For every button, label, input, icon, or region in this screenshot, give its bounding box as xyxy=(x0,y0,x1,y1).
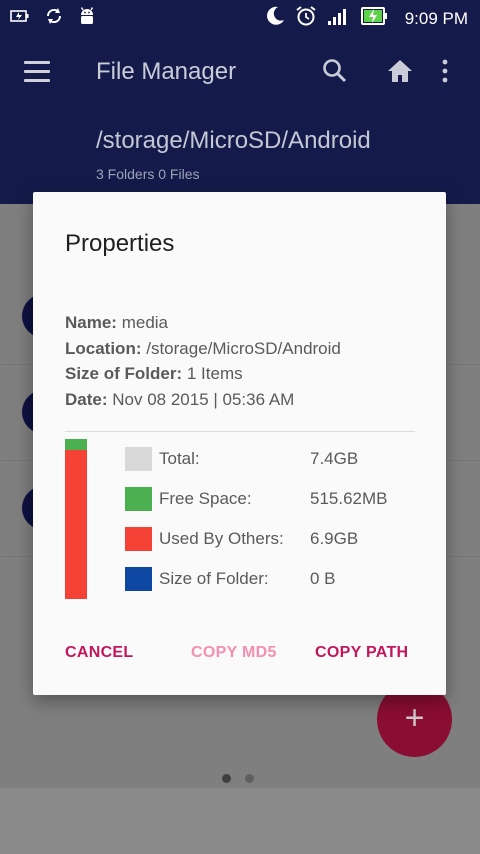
info-value: Nov 08 2015 | 05:36 AM xyxy=(112,389,295,409)
properties-dialog: Properties Name: media Location: /storag… xyxy=(33,192,446,695)
location-row: Location: /storage/MicroSD/Android xyxy=(65,336,341,362)
storage-bar-free xyxy=(65,439,87,450)
cancel-button[interactable]: CANCEL xyxy=(65,644,133,662)
more-vert-icon[interactable] xyxy=(440,58,450,89)
page-dot xyxy=(245,774,254,783)
info-value: /storage/MicroSD/Android xyxy=(146,338,341,358)
legend-used-by-others: Used By Others: 6.9GB xyxy=(125,527,425,555)
legend-label: Free Space: xyxy=(159,489,252,508)
legend-size-of-folder: Size of Folder: 0 B xyxy=(125,567,425,595)
info-label: Date: xyxy=(65,389,108,409)
signal-icon xyxy=(327,6,351,31)
storage-bar xyxy=(65,439,87,599)
info-label: Name: xyxy=(65,313,117,332)
page-indicator xyxy=(222,774,254,783)
app-title: File Manager xyxy=(96,58,237,85)
copy-md5-button[interactable]: COPY MD5 xyxy=(191,644,277,662)
moon-icon xyxy=(265,5,285,32)
info-value: media xyxy=(121,313,169,332)
copy-path-button[interactable]: COPY PATH xyxy=(315,644,408,662)
properties-info: Name: media Location: /storage/MicroSD/A… xyxy=(65,310,341,412)
legend-value: 0 B xyxy=(310,569,336,588)
battery-charging-icon xyxy=(360,6,389,31)
legend-swatch xyxy=(125,567,152,591)
legend-label: Used By Others: xyxy=(159,529,284,548)
name-row: Name: media xyxy=(65,310,341,336)
search-icon[interactable] xyxy=(322,58,348,89)
info-value: 1 Items xyxy=(186,364,243,383)
legend-total: Total: 7.4GB xyxy=(125,447,425,475)
current-path: /storage/MicroSD/Android xyxy=(96,127,371,154)
status-time: 9:09 PM xyxy=(404,8,468,28)
storage-bar-used xyxy=(65,450,87,599)
legend-swatch xyxy=(125,527,152,551)
info-label: Size of Folder: xyxy=(65,364,183,383)
legend-free-space: Free Space: 515.62MB xyxy=(125,487,425,515)
dialog-title: Properties xyxy=(65,230,175,257)
menu-icon[interactable] xyxy=(24,61,50,88)
legend-value: 7.4GB xyxy=(310,449,359,468)
date-row: Date: Nov 08 2015 | 05:36 AM xyxy=(65,387,341,413)
dialog-divider xyxy=(65,431,415,432)
legend-value: 6.9GB xyxy=(310,529,359,548)
android-debug-icon xyxy=(78,6,96,31)
legend-label: Size of Folder: xyxy=(159,569,269,588)
alarm-icon xyxy=(295,5,317,32)
legend-swatch xyxy=(125,447,152,471)
size-row: Size of Folder: 1 Items xyxy=(65,361,341,387)
home-icon[interactable] xyxy=(386,58,414,89)
legend-value: 515.62MB xyxy=(310,489,388,508)
legend-label: Total: xyxy=(159,449,200,468)
page-dot-active xyxy=(222,774,231,783)
info-label: Location: xyxy=(65,338,142,358)
app-bar: File Manager /storage/MicroSD/Android 3 … xyxy=(0,34,480,204)
battery-saver-icon xyxy=(10,9,30,28)
sync-icon xyxy=(44,7,64,30)
bottom-area xyxy=(0,788,480,854)
legend-swatch xyxy=(125,487,152,511)
status-bar: 9:09 PM xyxy=(0,0,480,34)
folder-file-count: 3 Folders 0 Files xyxy=(96,166,200,182)
